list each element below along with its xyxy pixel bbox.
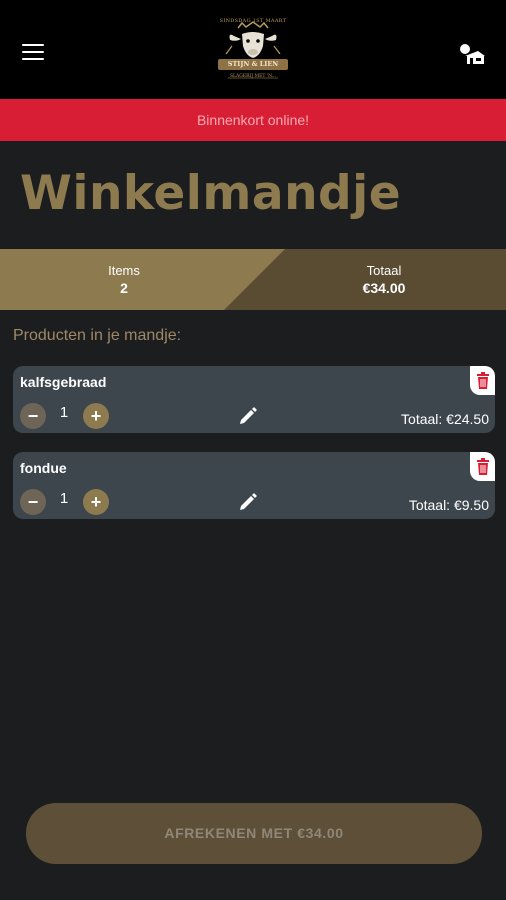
product-name: kalfsgebraad: [20, 374, 107, 390]
pencil-icon: [240, 407, 257, 424]
edit-item-button[interactable]: [238, 492, 258, 512]
plus-icon: +: [90, 406, 102, 426]
minus-icon: −: [27, 406, 39, 426]
line-total: Totaal: €24.50: [401, 411, 489, 427]
total-value: €34.00: [362, 280, 406, 296]
checkout-button[interactable]: AFREKENEN MET €34.00: [26, 803, 482, 864]
top-bar: SINDSDAG 1ST MAART STIJN & LIEN SLAGERIJ…: [0, 0, 506, 99]
decrease-quantity-button[interactable]: −: [20, 403, 46, 429]
logo-top-text: SINDSDAG 1ST MAART: [219, 18, 287, 24]
total-label: Totaal: [366, 263, 402, 278]
items-label: Items: [108, 263, 140, 278]
total-summary: Totaal €34.00: [334, 263, 434, 297]
announcement-banner: Binnenkort online!: [0, 99, 506, 141]
items-count: 2: [120, 280, 128, 296]
page-title: Winkelmandje: [20, 166, 402, 221]
hamburger-icon: [22, 44, 44, 46]
trash-icon: [476, 458, 489, 475]
increase-quantity-button[interactable]: +: [83, 489, 109, 515]
quantity-value: 1: [59, 490, 69, 507]
line-total: Totaal: €9.50: [408, 497, 489, 513]
cart-item: fondue − 1 + Totaal: €9.50: [13, 452, 495, 519]
pencil-icon: [240, 493, 257, 510]
products-heading: Producten in je mandje:: [13, 327, 182, 344]
quantity-value: 1: [59, 404, 69, 421]
delete-item-button[interactable]: [470, 366, 495, 395]
product-name: fondue: [20, 460, 67, 476]
items-summary: Items 2: [74, 263, 174, 297]
increase-quantity-button[interactable]: +: [83, 403, 109, 429]
minus-icon: −: [27, 492, 39, 512]
cart-button[interactable]: [458, 42, 486, 66]
logo-name: STIJN & LIEN: [218, 59, 288, 70]
decrease-quantity-button[interactable]: −: [20, 489, 46, 515]
plus-icon: +: [90, 492, 102, 512]
logo-tagline: SLAGERIJ MET 'N...: [229, 74, 277, 79]
menu-button[interactable]: [22, 44, 44, 60]
shop-cart-icon: [460, 44, 485, 64]
cart-item: kalfsgebraad − 1 + Totaal: €24.50: [13, 366, 495, 433]
store-logo[interactable]: SINDSDAG 1ST MAART STIJN & LIEN SLAGERIJ…: [208, 14, 298, 90]
edit-item-button[interactable]: [238, 406, 258, 426]
delete-item-button[interactable]: [470, 452, 495, 481]
trash-icon: [476, 372, 489, 389]
cart-summary: Items 2 Totaal €34.00: [0, 249, 506, 310]
